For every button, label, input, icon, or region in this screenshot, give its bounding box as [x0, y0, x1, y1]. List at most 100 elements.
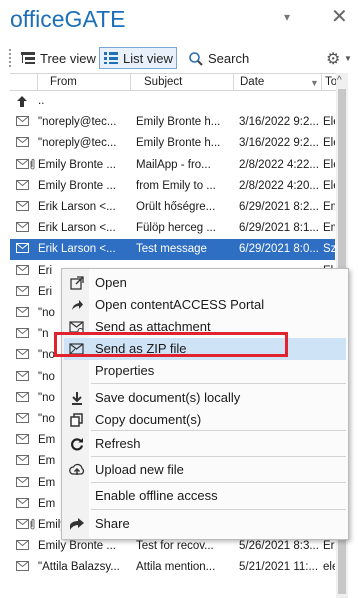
cell-to: Elen [323, 179, 335, 192]
close-icon[interactable]: ✕ [331, 4, 348, 29]
envelope-icon [16, 391, 30, 404]
upload-icon [69, 462, 85, 478]
envelope-icon [16, 243, 30, 255]
tree-view-icon [21, 52, 35, 64]
column-header: From Subject Date ▼ To [10, 73, 346, 91]
menu-item-share[interactable]: Share [64, 513, 346, 535]
menu-item-open-contentaccess-portal[interactable]: Open contentACCESS Portal [64, 294, 346, 316]
envelope-icon [16, 540, 30, 552]
menu-item-label: Share [95, 516, 130, 531]
chevron-down-icon[interactable]: ▾ [284, 10, 290, 24]
cell-to: Erik [323, 540, 335, 553]
search-label: Search [208, 50, 250, 66]
table-row[interactable]: "Attila Balazsy... Attila mention... 5/21/… [10, 557, 335, 578]
menu-item-enable-offline-access[interactable]: Enable offline access [64, 485, 346, 507]
envelope-icon [16, 328, 30, 340]
parent-folder-row[interactable]: .. [10, 91, 335, 112]
cell-from: Erik Larson <... [38, 243, 116, 256]
cell-from: Erik Larson <... [38, 201, 116, 213]
toolbar: Tree view List view Search ⚙ ▼ [0, 46, 358, 70]
search-button[interactable]: Search [184, 47, 253, 69]
menu-item-label: Properties [95, 363, 155, 378]
envelope-icon [16, 370, 30, 383]
envelope-icon [16, 434, 30, 446]
column-divider[interactable] [321, 74, 322, 90]
menu-item-label: Open contentACCESS Portal [95, 297, 265, 312]
copy-icon [69, 412, 85, 428]
cell-to: Szilv [323, 243, 335, 256]
menu-item-upload-new-file[interactable]: Upload new file [64, 459, 346, 481]
menu-item-open[interactable]: Open [64, 272, 346, 294]
tree-view-label: Tree view [40, 50, 96, 66]
menu-item-properties[interactable]: Properties [64, 360, 346, 382]
menu-item-save-document-s-locally[interactable]: Save document(s) locally [64, 387, 346, 409]
list-view-icon [104, 52, 118, 64]
cell-from: .. [38, 95, 45, 107]
download-icon [69, 390, 85, 406]
table-row[interactable]: "noreply@tec... Emily Bronte h... 3/16/202… [10, 133, 335, 154]
envelope-icon [16, 201, 30, 213]
cell-to: Elen [323, 137, 335, 150]
cell-subject: Test message [136, 243, 207, 256]
highlight-annotation [54, 332, 288, 357]
column-divider[interactable] [37, 74, 38, 90]
cell-date: 3/16/2022 9:2... [239, 116, 319, 129]
table-row[interactable]: Erik Larson <... Őrült hőségre... 6/29/202… [10, 197, 335, 218]
app-title: officeGATE [10, 6, 126, 32]
cell-to: elen [323, 561, 335, 574]
scroll-up-icon[interactable]: ^ [337, 75, 342, 86]
cell-to: Emil [323, 201, 335, 213]
cell-subject: MailApp - fro... [136, 158, 211, 171]
envelope-icon [16, 561, 30, 573]
context-menu: Open Open contentACCESS Portal Send as att… [61, 268, 349, 540]
sort-desc-icon: ▼ [310, 78, 319, 88]
column-date[interactable]: Date [240, 76, 264, 88]
table-row[interactable]: Emily Bronte ... MailApp - fro... 2/8/2022… [10, 155, 335, 176]
cell-date: 2/8/2022 4:20... [239, 179, 319, 192]
parent-folder-icon [16, 95, 30, 107]
menu-item-label: Refresh [95, 436, 141, 451]
cell-from: "noreply@tec... [38, 116, 117, 129]
share-arrow-icon [69, 297, 85, 313]
column-divider[interactable] [233, 74, 234, 90]
envelope-icon [16, 179, 30, 192]
column-from[interactable]: From [50, 76, 77, 88]
cell-date: 6/29/2021 8:1... [239, 222, 319, 235]
title-bar: officeGATE ▾ ✕ [0, 0, 358, 40]
cell-from: "noreply@tec... [38, 137, 117, 150]
paperclip-icon [29, 518, 37, 534]
table-row[interactable]: Erik Larson <... Test message 6/29/2021 8:… [10, 239, 335, 261]
cell-from: Erik Larson <... [38, 222, 116, 235]
caret-down-icon[interactable]: ▼ [344, 54, 352, 63]
envelope-icon [16, 455, 30, 467]
cell-to: Elen [323, 158, 335, 171]
cell-subject: Emily Bronte h... [136, 116, 221, 129]
menu-item-refresh[interactable]: Refresh [64, 433, 346, 455]
table-row[interactable]: "noreply@tec... Emily Bronte h... 3/16/202… [10, 112, 335, 133]
cell-subject: Test for recov... [136, 540, 214, 553]
share-icon [69, 516, 85, 532]
list-view-label: List view [123, 50, 173, 66]
column-divider[interactable] [130, 74, 131, 90]
menu-item-label: Upload new file [95, 462, 184, 477]
toolbar-grip[interactable] [9, 49, 12, 67]
gear-icon[interactable]: ⚙ [326, 49, 340, 69]
tree-view-button[interactable]: Tree view [16, 47, 100, 69]
cell-date: 6/29/2021 8:0... [239, 243, 319, 256]
table-row[interactable]: Erik Larson <... Fülöp herceg ... 6/29/202… [10, 218, 335, 239]
cell-date: 3/16/2022 9:2... [239, 137, 319, 150]
cell-subject: Emily Bronte h... [136, 137, 221, 150]
open-external-icon [69, 275, 85, 291]
menu-separator [91, 456, 346, 457]
cell-date: 5/26/2021 8:3... [239, 540, 319, 553]
envelope-icon [16, 222, 30, 234]
list-view-button[interactable]: List view [99, 47, 177, 69]
envelope-icon [16, 349, 30, 361]
envelope-icon [16, 264, 30, 277]
menu-item-copy-document-s[interactable]: Copy document(s) [64, 409, 346, 431]
table-row[interactable]: Emily Bronte ... from Emily to ... 2/8/202… [10, 176, 335, 197]
column-subject[interactable]: Subject [144, 76, 182, 88]
menu-separator [91, 509, 346, 510]
cell-subject: Fülöp herceg ... [136, 222, 216, 235]
menu-item-label: Copy document(s) [95, 412, 202, 427]
